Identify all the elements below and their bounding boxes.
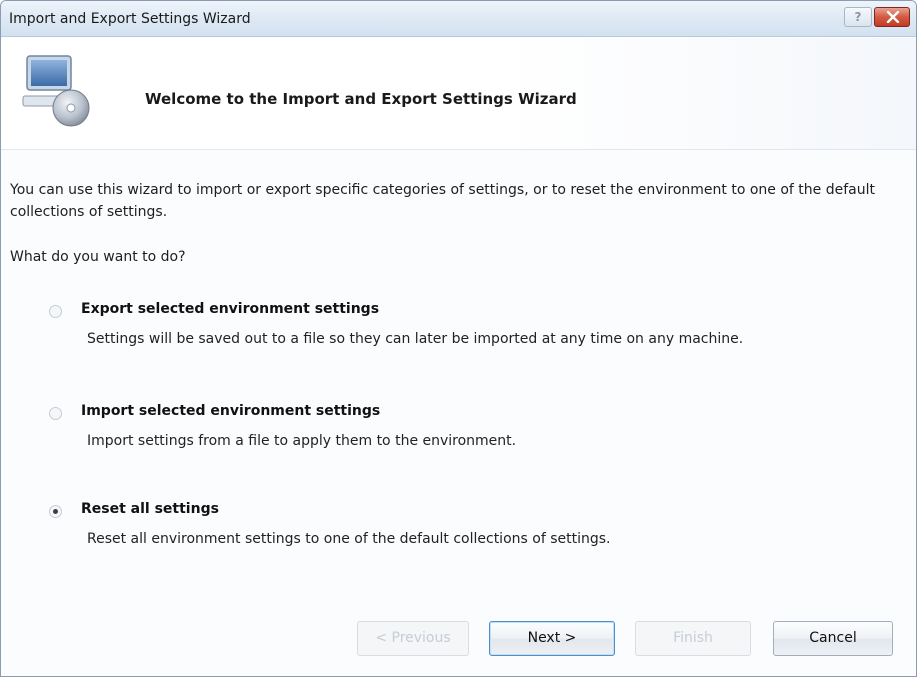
cancel-button[interactable]: Cancel	[773, 621, 893, 656]
page-title: Welcome to the Import and Export Setting…	[145, 90, 577, 108]
previous-button[interactable]: < Previous	[357, 621, 469, 656]
next-button[interactable]: Next >	[489, 621, 615, 656]
help-button[interactable]: ?	[844, 7, 872, 27]
import-label[interactable]: Import selected environment settings	[81, 403, 380, 419]
export-description: Settings will be saved out to a file so …	[87, 331, 744, 347]
wizard-footer: < Previous Next > Finish Cancel	[1, 593, 916, 676]
reset-description: Reset all environment settings to one of…	[87, 531, 611, 547]
export-label[interactable]: Export selected environment settings	[81, 301, 379, 317]
close-button[interactable]	[874, 7, 910, 27]
wizard-header: Welcome to the Import and Export Setting…	[1, 38, 916, 150]
reset-radio[interactable]	[49, 505, 62, 518]
wizard-window: Import and Export Settings Wizard ? Welc…	[0, 0, 917, 677]
close-icon	[886, 11, 900, 23]
export-radio[interactable]	[49, 305, 62, 318]
import-description: Import settings from a file to apply the…	[87, 433, 517, 449]
reset-label[interactable]: Reset all settings	[81, 501, 219, 517]
computer-settings-icon	[22, 55, 90, 127]
window-title: Import and Export Settings Wizard	[9, 11, 251, 27]
finish-button[interactable]: Finish	[635, 621, 751, 656]
intro-text: You can use this wizard to import or exp…	[10, 182, 875, 220]
question-text: What do you want to do?	[10, 249, 186, 265]
title-bar[interactable]: Import and Export Settings Wizard ?	[1, 1, 916, 37]
import-radio[interactable]	[49, 407, 62, 420]
wizard-content: You can use this wizard to import or exp…	[1, 151, 916, 591]
help-icon: ?	[854, 10, 862, 24]
